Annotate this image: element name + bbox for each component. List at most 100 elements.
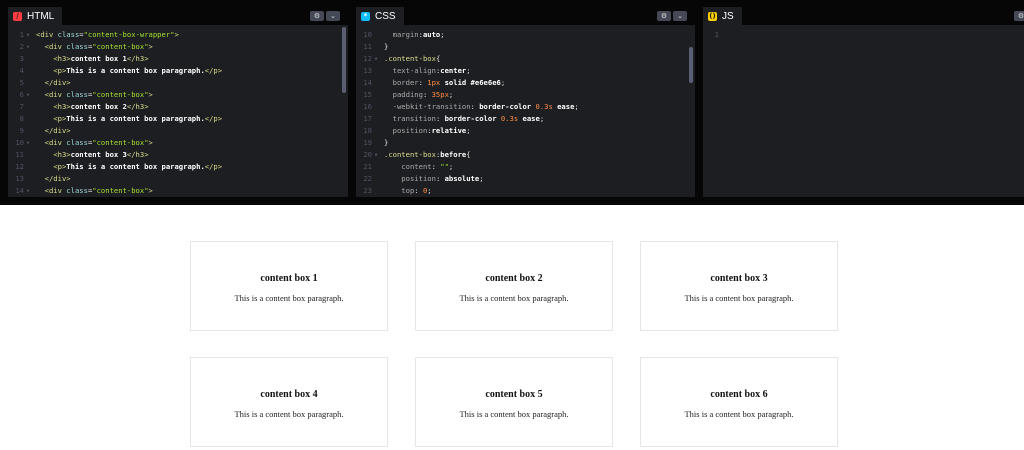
code-line: 1 bbox=[703, 29, 1024, 41]
css-pane-controls: ⚙ ⌄ bbox=[657, 11, 687, 21]
code-line: 12 <p>This is a content box paragraph.</… bbox=[8, 161, 348, 173]
html-pane-controls: ⚙ ⌄ bbox=[310, 11, 340, 21]
fold-arrow-icon[interactable]: ▾ bbox=[24, 29, 32, 41]
code-token: center bbox=[440, 66, 467, 75]
chevron-down-icon[interactable]: ⌄ bbox=[326, 11, 340, 21]
js-editor-pane: () JS ⚙ 1 bbox=[703, 7, 1024, 197]
line-number: 10 bbox=[363, 30, 372, 39]
gear-icon[interactable]: ⚙ bbox=[657, 11, 671, 21]
html-tab[interactable]: / HTML bbox=[8, 7, 63, 25]
fold-arrow-icon[interactable]: ▾ bbox=[24, 137, 32, 149]
content-box-title: content box 3 bbox=[710, 273, 768, 284]
code-token: content box 1 bbox=[70, 54, 127, 63]
code-token: class bbox=[66, 90, 88, 99]
code-token: : bbox=[435, 174, 445, 183]
content-box-title: content box 4 bbox=[260, 389, 318, 400]
line-number: 11 bbox=[15, 150, 24, 159]
line-number: 5 bbox=[19, 78, 24, 87]
css-logo-icon: * bbox=[361, 11, 370, 21]
content-box-title: content box 2 bbox=[485, 273, 543, 284]
line-number: 14 bbox=[15, 186, 24, 195]
code-line: 13 </div> bbox=[8, 173, 348, 185]
code-token: ease bbox=[552, 102, 575, 111]
css-tab[interactable]: * CSS bbox=[356, 7, 404, 25]
code-token: : bbox=[431, 162, 441, 171]
code-token: </p> bbox=[204, 66, 223, 75]
code-text: top: 0; bbox=[380, 185, 431, 197]
line-number: 22 bbox=[363, 174, 372, 183]
line-number: 12 bbox=[363, 54, 372, 63]
code-line: 22 position: absolute; bbox=[356, 173, 695, 185]
code-text: .content-box:before{ bbox=[380, 149, 471, 161]
code-token: 0.3s bbox=[535, 102, 553, 111]
fold-gutter bbox=[372, 89, 380, 101]
gear-icon[interactable]: ⚙ bbox=[310, 11, 324, 21]
fold-gutter bbox=[24, 65, 32, 77]
js-logo-icon: () bbox=[708, 11, 717, 21]
fold-gutter bbox=[24, 113, 32, 125]
content-box: content box 4 This is a content box para… bbox=[190, 357, 388, 447]
code-token: </div> bbox=[44, 78, 71, 87]
fold-gutter bbox=[372, 29, 380, 41]
editor-area: / HTML ⚙ ⌄ 1 ▾ <div class="content-box-wra… bbox=[0, 0, 1024, 205]
css-scrollbar[interactable] bbox=[689, 47, 693, 83]
code-text: </div> bbox=[32, 77, 71, 89]
fold-gutter bbox=[24, 161, 32, 173]
code-token: ; bbox=[448, 90, 454, 99]
code-token: absolute bbox=[444, 174, 480, 183]
html-code-area[interactable]: 1 ▾ <div class="content-box-wrapper"> 2 ▾ <d… bbox=[8, 29, 348, 197]
line-number: 1 bbox=[19, 30, 24, 39]
fold-arrow-icon[interactable]: ▾ bbox=[24, 89, 32, 101]
fold-arrow-icon[interactable]: ▾ bbox=[24, 41, 32, 53]
code-line: 1 ▾ <div class="content-box-wrapper"> bbox=[8, 29, 348, 41]
code-line: 14 ▾ <div class="content-box"> bbox=[8, 185, 348, 197]
line-number: 12 bbox=[15, 162, 24, 171]
code-line: 16 -webkit-transition: border-color 0.3s… bbox=[356, 101, 695, 113]
html-logo-icon: / bbox=[13, 11, 22, 21]
gear-icon[interactable]: ⚙ bbox=[1014, 11, 1024, 21]
js-tab[interactable]: () JS bbox=[703, 7, 742, 25]
fold-gutter bbox=[24, 173, 32, 185]
line-number: 19 bbox=[363, 138, 372, 147]
content-box-paragraph: This is a content box paragraph. bbox=[459, 409, 569, 419]
line-number: 2 bbox=[19, 42, 24, 51]
code-token: ; bbox=[466, 126, 471, 135]
code-token: 0.3s bbox=[500, 114, 519, 123]
code-text: } bbox=[380, 41, 388, 53]
fold-arrow-icon[interactable]: ▾ bbox=[372, 53, 380, 65]
code-line: 13 text-align:center; bbox=[356, 65, 695, 77]
code-text: text-align:center; bbox=[380, 65, 471, 77]
code-token: <h3> bbox=[53, 54, 71, 63]
line-number: 11 bbox=[363, 42, 372, 51]
html-tab-label: HTML bbox=[27, 10, 55, 22]
code-token: ease bbox=[518, 114, 540, 123]
code-token: border-color bbox=[479, 102, 536, 111]
fold-arrow-icon[interactable]: ▾ bbox=[24, 185, 32, 197]
code-token: class bbox=[66, 186, 88, 195]
code-token: </p> bbox=[204, 114, 223, 123]
js-code-area[interactable]: 1 bbox=[703, 29, 1024, 197]
css-code-area[interactable]: 10 margin:auto; 11} 12 ▾ .content-box{13 tex… bbox=[356, 29, 695, 197]
html-scrollbar[interactable] bbox=[342, 27, 346, 93]
code-text: <div class="content-box"> bbox=[32, 89, 153, 101]
content-box-paragraph: This is a content box paragraph. bbox=[234, 293, 344, 303]
line-number: 14 bbox=[363, 78, 372, 87]
content-box-paragraph: This is a content box paragraph. bbox=[234, 409, 344, 419]
code-token: : bbox=[418, 78, 428, 87]
chevron-down-icon[interactable]: ⌄ bbox=[673, 11, 687, 21]
code-line: 20 ▾ .content-box:before{ bbox=[356, 149, 695, 161]
line-number: 7 bbox=[19, 102, 24, 111]
line-number: 13 bbox=[363, 66, 372, 75]
code-line: 3 <h3>content box 1</h3> bbox=[8, 53, 348, 65]
fold-arrow-icon[interactable]: ▾ bbox=[372, 149, 380, 161]
code-token: position bbox=[384, 174, 436, 183]
code-line: 12 ▾ .content-box{ bbox=[356, 53, 695, 65]
code-text: <p>This is a content box paragraph.</p> bbox=[32, 113, 222, 125]
code-token: content box 2 bbox=[70, 102, 127, 111]
